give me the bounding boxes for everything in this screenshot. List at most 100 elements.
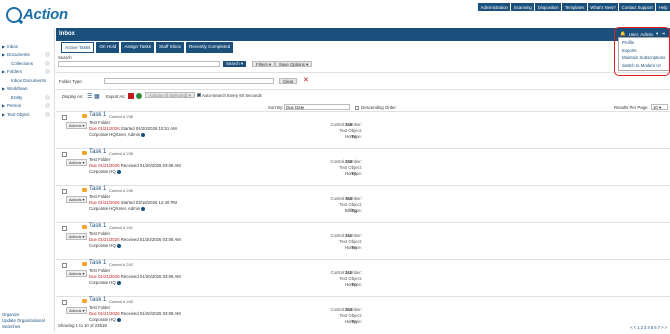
row-actions-button[interactable]: Actions ▾: [66, 307, 88, 314]
sidebar-item-workflows[interactable]: ▶ Workflows: [0, 85, 54, 94]
folder-type-select[interactable]: [104, 78, 274, 84]
task-name-link[interactable]: Task 1: [89, 149, 106, 155]
top-nav-templates[interactable]: Templates: [562, 3, 587, 11]
page-link[interactable]: 1: [637, 325, 639, 330]
sidebar-item-collections[interactable]: Collections +: [0, 59, 54, 68]
results-per-page-select[interactable]: 10 ▾: [651, 104, 668, 110]
actions-selected-button[interactable]: Actions (0 Selected) ▾: [145, 92, 195, 98]
auto-search-checkbox[interactable]: [197, 93, 201, 97]
page-link[interactable]: 7: [658, 325, 660, 330]
tab-assign-tasks[interactable]: Assign Tasks: [121, 42, 155, 53]
row-checkbox[interactable]: [62, 115, 67, 120]
add-icon[interactable]: +: [45, 69, 50, 75]
row-checkbox[interactable]: [62, 226, 67, 231]
task-name-link[interactable]: Task 1: [89, 297, 106, 303]
sidebar-link-searches[interactable]: Searches: [2, 324, 45, 330]
due-date: Due 01/21/2026: [89, 126, 120, 131]
sidebar-item-text-object[interactable]: ▶ Text Object +: [0, 110, 54, 119]
search-input[interactable]: [58, 61, 220, 67]
folder-name: Test Folder: [89, 194, 111, 199]
task-name-link[interactable]: Task 1: [89, 186, 106, 192]
field-label-text-object: Text Object:: [339, 202, 362, 207]
logo[interactable]: Action: [6, 6, 68, 23]
page-link[interactable]: <: [630, 325, 633, 330]
info-icon[interactable]: [116, 243, 121, 248]
task-name-link[interactable]: Task 1: [89, 112, 106, 118]
field-value-control-number: 260: [345, 196, 353, 201]
info-icon[interactable]: [141, 206, 146, 211]
sort-by-select[interactable]: Due Date: [284, 104, 350, 110]
page-link[interactable]: 6: [654, 325, 656, 330]
tab-active-tasks[interactable]: Active Tasks: [61, 42, 95, 53]
sidebar-item-entity[interactable]: Entity +: [0, 93, 54, 102]
sidebar-item-inbox-documents[interactable]: Inbox Documents: [0, 76, 54, 85]
info-icon[interactable]: [116, 280, 121, 285]
sidebar-item-inbox[interactable]: ▶ Inbox: [0, 42, 54, 51]
tab-bar: Active Tasks On Hold Assign Tasks Staff Inb…: [61, 42, 234, 53]
top-nav-contact-support[interactable]: Contact Support: [619, 3, 656, 11]
add-icon[interactable]: +: [45, 111, 50, 117]
sidebar-item-folders[interactable]: ▶ Folders +: [0, 68, 54, 77]
info-icon[interactable]: [116, 317, 121, 322]
event-date: Received 01/20/2026 03:08 AM: [120, 311, 181, 316]
descending-checkbox[interactable]: [355, 106, 359, 110]
location: Corporate HQ: [89, 169, 116, 174]
info-icon[interactable]: [116, 169, 121, 174]
row-actions-button[interactable]: Actions ▾: [66, 196, 88, 203]
tab-recently-completed[interactable]: Recently Completed: [185, 42, 234, 53]
row-actions-button[interactable]: Actions ▾: [66, 270, 88, 277]
add-icon[interactable]: +: [45, 103, 50, 109]
task-name-link[interactable]: Task 1: [89, 223, 106, 229]
page-link[interactable]: >: [661, 325, 664, 330]
row-checkbox[interactable]: [62, 263, 67, 268]
field-label-control-number: Control Number:: [330, 196, 362, 201]
results-per-page-label: Results Per Page:: [614, 105, 649, 110]
filters-button[interactable]: Filters ▾: [252, 61, 276, 67]
add-icon[interactable]: +: [45, 60, 50, 66]
sidebar-item-person[interactable]: ▶ Person +: [0, 102, 54, 111]
location-line: Corporate HQ/User, Admin: [89, 132, 146, 137]
location-line: Corporate HQ: [89, 169, 121, 174]
search-button[interactable]: Search ▾: [223, 61, 246, 67]
row-actions-label: Actions: [69, 309, 82, 313]
clear-button[interactable]: Clear: [279, 78, 298, 84]
add-icon[interactable]: +: [45, 52, 50, 58]
list-view-icon[interactable]: ☰: [87, 93, 92, 100]
save-options-button[interactable]: Save Options ▾: [275, 61, 313, 67]
pdf-export-icon[interactable]: [128, 93, 134, 99]
top-nav-scanning[interactable]: Scanning: [511, 3, 535, 11]
top-nav-disposition[interactable]: Disposition: [535, 3, 562, 11]
clear-x-icon[interactable]: ✕: [303, 76, 309, 84]
field-label-control-number: Control Number:: [330, 233, 362, 238]
pagination: < <1 2 3 4 5 6 7 > >: [630, 325, 667, 330]
page-link[interactable]: <: [634, 325, 637, 330]
top-nav-administration[interactable]: Administration: [478, 3, 511, 11]
page-link[interactable]: 3: [644, 325, 646, 330]
sidebar-item-documents[interactable]: ▶ Documents +: [0, 51, 54, 60]
row-actions-button[interactable]: Actions ▾: [66, 233, 88, 240]
tab-staff-inbox[interactable]: Staff Inbox: [156, 42, 184, 53]
page-link[interactable]: 2: [641, 325, 643, 330]
tab-on-hold[interactable]: On Hold: [96, 42, 120, 53]
event-date: Received 01/20/2026 03:08 AM: [120, 163, 181, 168]
row-checkbox[interactable]: [62, 152, 67, 157]
task-name-link[interactable]: Task 1: [89, 260, 106, 266]
field-value-control-number: 263: [345, 307, 353, 312]
page-link[interactable]: 4: [647, 325, 649, 330]
row-actions-button[interactable]: Actions ▾: [66, 122, 88, 129]
row-checkbox[interactable]: [62, 189, 67, 194]
location: Corporate HQ/User, Admin: [89, 206, 141, 211]
info-icon[interactable]: [141, 132, 146, 137]
top-nav-help[interactable]: Help: [656, 3, 670, 11]
control-label: Control # 240: [109, 187, 134, 193]
grid-view-icon[interactable]: ▦: [94, 93, 100, 100]
excel-export-icon[interactable]: [136, 93, 142, 99]
page-link[interactable]: >: [664, 325, 667, 330]
add-icon[interactable]: +: [45, 94, 50, 100]
event-date: Received 01/20/2026 03:08 AM: [120, 274, 181, 279]
page-link[interactable]: 5: [651, 325, 653, 330]
top-nav-what-s-new-[interactable]: What's New?: [587, 3, 619, 11]
footer-status: Showing 1 to 10 of 23618: [58, 323, 107, 328]
row-checkbox[interactable]: [62, 300, 67, 305]
row-actions-button[interactable]: Actions ▾: [66, 159, 88, 166]
